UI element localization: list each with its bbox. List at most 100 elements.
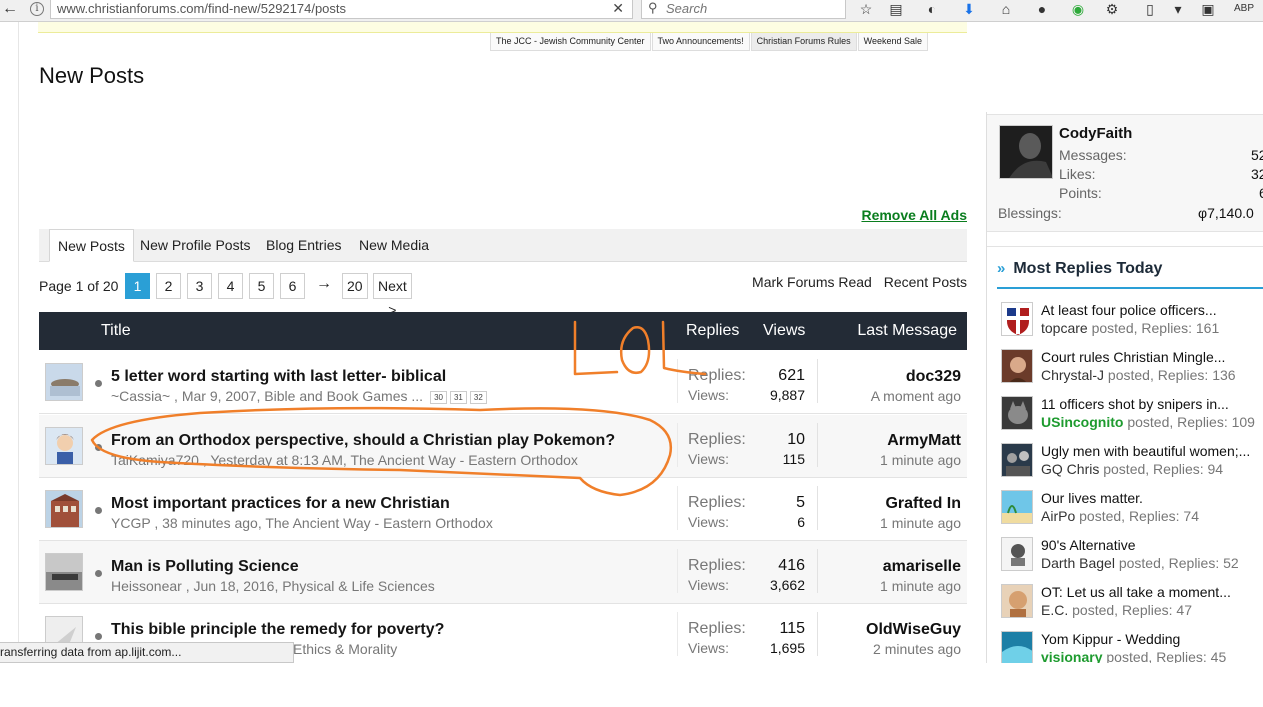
home-icon[interactable]: ⌂	[996, 0, 1016, 20]
item-user[interactable]: USincognito	[1041, 414, 1123, 430]
notice-tab[interactable]: Weekend Sale	[857, 33, 929, 51]
url-text[interactable]: www.christianforums.com/find-new/5292174…	[57, 1, 346, 16]
thread-title[interactable]: Most important practices for a new Chris…	[111, 495, 450, 513]
messages-count[interactable]: 52	[1251, 147, 1263, 163]
last-message-user[interactable]: amariselle	[883, 558, 961, 576]
list-item[interactable]: Ugly men with beautiful women;... GQ Chr…	[997, 440, 1263, 484]
col-title[interactable]: Title	[101, 322, 131, 340]
next-page-button[interactable]: Next >	[373, 273, 412, 318]
reader-list-icon[interactable]: ▤	[886, 0, 906, 20]
item-title[interactable]: At least four police officers...	[1041, 302, 1217, 318]
page-link[interactable]: 5	[249, 273, 274, 299]
notice-tab[interactable]: The JCC - Jewish Community Center	[490, 33, 651, 51]
thread-page-link[interactable]: 30	[430, 390, 447, 404]
item-user[interactable]: Chrystal-J	[1041, 367, 1104, 383]
thread-title[interactable]: 5 letter word starting with last letter-…	[111, 368, 446, 386]
bookmark-star-icon[interactable]: ☆	[856, 0, 876, 20]
remove-ads-link[interactable]: Remove All Ads	[861, 207, 967, 223]
notice-tab[interactable]: Two Announcements!	[651, 33, 750, 51]
page-link[interactable]: 1	[125, 273, 150, 299]
thread-thumb[interactable]	[1001, 584, 1033, 618]
thread-thumb[interactable]	[1001, 631, 1033, 665]
col-replies[interactable]: Replies	[686, 322, 739, 340]
mark-forums-read-link[interactable]: Mark Forums Read	[752, 274, 872, 290]
thread-page-link[interactable]: 31	[449, 390, 467, 404]
item-user[interactable]: topcare	[1041, 320, 1088, 336]
grammarly-icon[interactable]: ◉	[1068, 0, 1088, 20]
page-link[interactable]: 2	[156, 273, 181, 299]
avatar[interactable]	[999, 125, 1053, 179]
thread-title[interactable]: This bible principle the remedy for pove…	[111, 621, 444, 639]
thread-thumb[interactable]	[1001, 396, 1033, 430]
save-page-icon[interactable]: ▣	[1198, 0, 1218, 20]
last-message-user[interactable]: ArmyMatt	[887, 432, 961, 450]
item-title[interactable]: Ugly men with beautiful women;...	[1041, 443, 1250, 459]
points-count[interactable]: 6	[1259, 185, 1263, 201]
thread-thumb[interactable]	[1001, 537, 1033, 571]
user-name[interactable]: CodyFaith	[1059, 125, 1132, 142]
thread-row[interactable]: Most important practices for a new Chris…	[39, 478, 967, 541]
thread-title[interactable]: From an Orthodox perspective, should a C…	[111, 432, 615, 450]
tab-blog-entries[interactable]: Blog Entries	[258, 229, 349, 262]
thread-avatar[interactable]	[45, 490, 83, 528]
list-item[interactable]: At least four police officers... topcare…	[997, 299, 1263, 343]
thread-row[interactable]: From an Orthodox perspective, should a C…	[39, 415, 967, 478]
browser-search-input[interactable]	[666, 0, 836, 17]
likes-count[interactable]: 32	[1251, 166, 1263, 182]
clear-url-icon[interactable]: ✕	[612, 0, 624, 17]
item-title[interactable]: 90's Alternative	[1041, 537, 1136, 553]
download-icon[interactable]: ⬇	[959, 0, 979, 20]
item-title[interactable]: Court rules Christian Mingle...	[1041, 349, 1225, 365]
tab-new-posts[interactable]: New Posts	[49, 229, 134, 262]
notice-tab[interactable]: Christian Forums Rules	[750, 33, 857, 51]
chat-icon[interactable]: ●	[1032, 0, 1052, 20]
thread-avatar[interactable]	[45, 553, 83, 591]
thread-row[interactable]: 5 letter word starting with last letter-…	[39, 351, 967, 414]
last-message-time[interactable]: 1 minute ago	[880, 578, 961, 594]
extension-icon[interactable]: ⚙	[1102, 0, 1122, 20]
clipboard-icon[interactable]: ▯	[1140, 0, 1160, 20]
page-link[interactable]: 6	[280, 273, 305, 299]
col-views[interactable]: Views	[763, 322, 805, 340]
recent-posts-link[interactable]: Recent Posts	[884, 274, 967, 290]
last-message-user[interactable]: doc329	[906, 368, 961, 386]
page-link-last[interactable]: 20	[342, 273, 368, 299]
dropdown-icon[interactable]: ▾	[1168, 0, 1188, 20]
item-user[interactable]: AirPo	[1041, 508, 1075, 524]
list-item[interactable]: 11 officers shot by snipers in... USinco…	[997, 393, 1263, 437]
pocket-icon[interactable]: ◐	[922, 0, 942, 20]
list-item[interactable]: Our lives matter. AirPo posted, Replies:…	[997, 487, 1263, 531]
thread-avatar[interactable]	[45, 427, 83, 465]
last-message-user[interactable]: OldWiseGuy	[866, 621, 961, 639]
item-user[interactable]: Darth Bagel	[1041, 555, 1115, 571]
item-user[interactable]: E.C.	[1041, 602, 1068, 618]
adblock-icon[interactable]: ABP	[1234, 0, 1254, 20]
last-message-user[interactable]: Grafted In	[885, 495, 961, 513]
last-message-time[interactable]: 1 minute ago	[880, 452, 961, 468]
page-link[interactable]: 3	[187, 273, 212, 299]
browser-search-box[interactable]: ⚲	[641, 0, 846, 19]
list-item[interactable]: OT: Let us all take a moment... E.C. pos…	[997, 581, 1263, 625]
thread-thumb[interactable]	[1001, 443, 1033, 477]
thread-thumb[interactable]	[1001, 302, 1033, 336]
last-message-time[interactable]: 2 minutes ago	[873, 641, 961, 657]
col-last-message[interactable]: Last Message	[857, 322, 957, 340]
tab-new-media[interactable]: New Media	[351, 229, 437, 262]
url-bar[interactable]: www.christianforums.com/find-new/5292174…	[50, 0, 633, 19]
item-title[interactable]: Yom Kippur - Wedding	[1041, 631, 1180, 647]
back-arrow-icon[interactable]: ←	[0, 0, 20, 20]
thread-avatar[interactable]	[45, 363, 83, 401]
thread-page-link[interactable]: 32	[469, 390, 487, 404]
last-message-time[interactable]: 1 minute ago	[880, 515, 961, 531]
thread-thumb[interactable]	[1001, 490, 1033, 524]
item-title[interactable]: Our lives matter.	[1041, 490, 1143, 506]
thread-thumb[interactable]	[1001, 349, 1033, 383]
item-title[interactable]: OT: Let us all take a moment...	[1041, 584, 1231, 600]
list-item[interactable]: Court rules Christian Mingle... Chrystal…	[997, 346, 1263, 390]
item-title[interactable]: 11 officers shot by snipers in...	[1041, 396, 1229, 412]
last-message-time[interactable]: A moment ago	[871, 388, 961, 404]
page-link[interactable]: 4	[218, 273, 243, 299]
thread-row[interactable]: Man is Polluting Science Heissonear , Ju…	[39, 541, 967, 604]
site-info-icon[interactable]: i	[30, 2, 44, 16]
item-user[interactable]: GQ Chris	[1041, 461, 1099, 477]
